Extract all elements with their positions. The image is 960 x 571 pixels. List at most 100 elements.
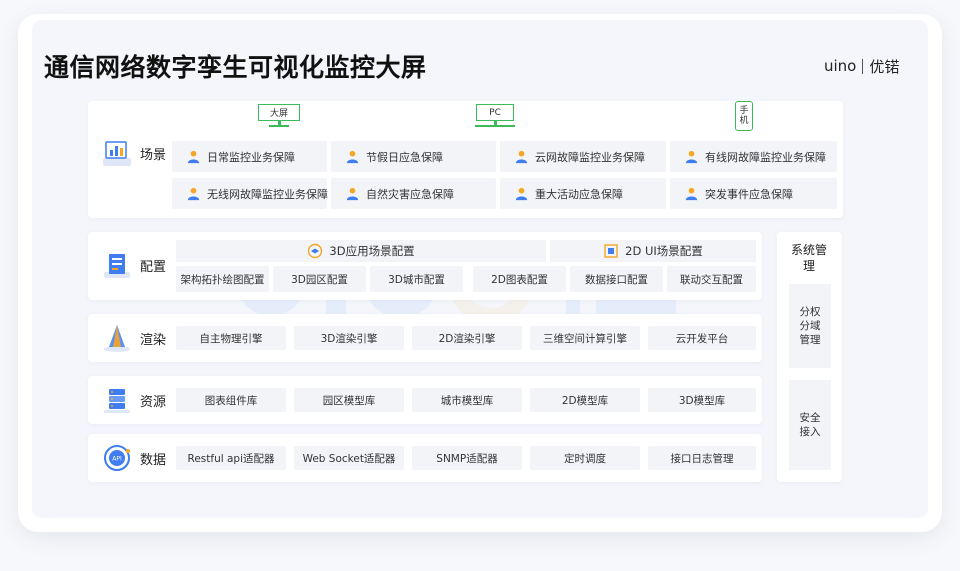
device-label: 手机	[739, 106, 749, 126]
device-large-screen: 大屏	[258, 104, 300, 127]
data-item-text: SNMP适配器	[436, 452, 498, 465]
resource-item: 园区模型库	[294, 388, 404, 412]
scene-item: 云网故障监控业务保障	[500, 141, 666, 172]
group-label: 2D UI场景配置	[625, 244, 703, 258]
system-item-text: 安全接入	[799, 412, 821, 438]
scene-item: 自然灾害应急保障	[331, 178, 496, 209]
stand-base	[475, 125, 515, 127]
dashboard-icon	[103, 141, 131, 166]
scene-row-label: 场景	[100, 136, 166, 170]
user-icon	[685, 150, 698, 164]
render-item-text: 云开发平台	[675, 332, 729, 345]
data-item: Restful api适配器	[176, 446, 286, 470]
scene-item: 节假日应急保障	[331, 141, 496, 172]
config-item-text: 3D城市配置	[388, 273, 445, 286]
system-title: 系统管理	[789, 242, 829, 274]
config-item-text: 联动交互配置	[680, 273, 743, 286]
resource-item-text: 2D模型库	[561, 394, 609, 407]
user-icon	[346, 150, 359, 164]
monitor-icon: PC	[476, 104, 514, 121]
render-row-label: 渲染	[100, 321, 166, 355]
ui-2d-icon	[604, 244, 618, 258]
data-item: 接口日志管理	[648, 446, 756, 470]
system-title-text: 系统管理	[790, 243, 827, 273]
render-item-text: 三维空间计算引擎	[543, 332, 627, 345]
system-item-text: 分权分域管理	[799, 306, 821, 346]
render-item: 三维空间计算引擎	[530, 326, 640, 350]
config-item-text: 数据接口配置	[585, 273, 648, 286]
user-icon	[187, 187, 200, 201]
stand-base	[269, 125, 289, 127]
config-item: 3D城市配置	[370, 266, 463, 292]
data-item: Web Socket适配器	[294, 446, 404, 470]
scene-item: 有线网故障监控业务保障	[670, 141, 837, 172]
resource-item-text: 园区模型库	[322, 394, 376, 407]
config-group-2d: 2D UI场景配置	[550, 240, 756, 262]
render-label: 渲染	[140, 332, 167, 348]
logo-latin: uino	[824, 57, 857, 75]
resource-item-text: 3D模型库	[678, 394, 726, 407]
scene-item-text: 有线网故障监控业务保障	[705, 150, 826, 164]
config-item: 3D园区配置	[273, 266, 366, 292]
scene-item-text: 突发事件应急保障	[705, 187, 793, 201]
large-screen-icon: 大屏	[258, 104, 300, 121]
config-item: 2D图表配置	[473, 266, 566, 292]
resource-label: 资源	[140, 394, 167, 410]
render-item: 自主物理引擎	[176, 326, 286, 350]
scene-item-text: 日常监控业务保障	[207, 150, 295, 164]
scene-item: 无线网故障监控业务保障	[172, 178, 328, 209]
config-item-text: 3D园区配置	[291, 273, 348, 286]
render-item: 云开发平台	[648, 326, 756, 350]
render-item-text: 2D渲染引擎	[438, 332, 496, 345]
svg-text:API: API	[112, 456, 122, 463]
config-label: 配置	[140, 259, 167, 275]
config-item: 联动交互配置	[667, 266, 756, 292]
device-label: PC	[489, 107, 501, 118]
resource-item: 2D模型库	[530, 388, 640, 412]
data-item: 定时调度	[530, 446, 640, 470]
page-title: 通信网络数字孪生可视化监控大屏	[44, 53, 427, 82]
scene-item: 重大活动应急保障	[500, 178, 666, 209]
config-item: 数据接口配置	[570, 266, 663, 292]
resource-item-text: 图表组件库	[204, 394, 258, 407]
scene-item-text: 重大活动应急保障	[535, 187, 623, 201]
scene-item-text: 无线网故障监控业务保障	[207, 187, 328, 201]
data-row-label: API 数据	[100, 441, 166, 475]
resource-item-text: 城市模型库	[440, 394, 494, 407]
data-item-text: 接口日志管理	[670, 452, 734, 465]
data-item-text: 定时调度	[564, 452, 606, 465]
system-item: 分权分域管理	[789, 284, 831, 368]
device-label: 大屏	[269, 109, 288, 119]
logo-chinese: 优锘	[869, 57, 900, 76]
user-icon	[515, 150, 528, 164]
config-row-label: 配置	[100, 248, 166, 282]
data-item-text: Web Socket适配器	[302, 452, 396, 465]
render-item-text: 3D渲染引擎	[320, 332, 378, 345]
scene-item-text: 云网故障监控业务保障	[535, 150, 645, 164]
resource-item: 3D模型库	[648, 388, 756, 412]
render-item: 2D渲染引擎	[412, 326, 522, 350]
group-label: 3D应用场景配置	[329, 244, 415, 258]
scene-item: 日常监控业务保障	[172, 141, 327, 172]
render-item-text: 自主物理引擎	[199, 332, 263, 345]
config-group-3d: 3D应用场景配置	[176, 240, 546, 262]
render-item: 3D渲染引擎	[294, 326, 404, 350]
data-label: 数据	[140, 452, 167, 468]
device-phone: 手机	[735, 101, 753, 131]
engine-icon	[104, 325, 130, 352]
scene-label: 场景	[140, 147, 167, 163]
resource-item: 城市模型库	[412, 388, 522, 412]
phone-icon: 手机	[735, 101, 753, 131]
user-icon	[187, 150, 200, 164]
data-item: SNMP适配器	[412, 446, 522, 470]
device-pc: PC	[475, 104, 515, 127]
cube-3d-icon	[308, 243, 323, 259]
database-stack-icon	[104, 389, 130, 413]
scene-item-text: 自然灾害应急保障	[366, 187, 454, 201]
scene-item-text: 节假日应急保障	[366, 150, 443, 164]
resource-item: 图表组件库	[176, 388, 286, 412]
user-icon	[685, 187, 698, 201]
brand-logo: uino 优锘	[824, 54, 899, 78]
config-item-text: 架构拓扑绘图配置	[180, 273, 265, 286]
api-icon: API	[104, 445, 130, 471]
